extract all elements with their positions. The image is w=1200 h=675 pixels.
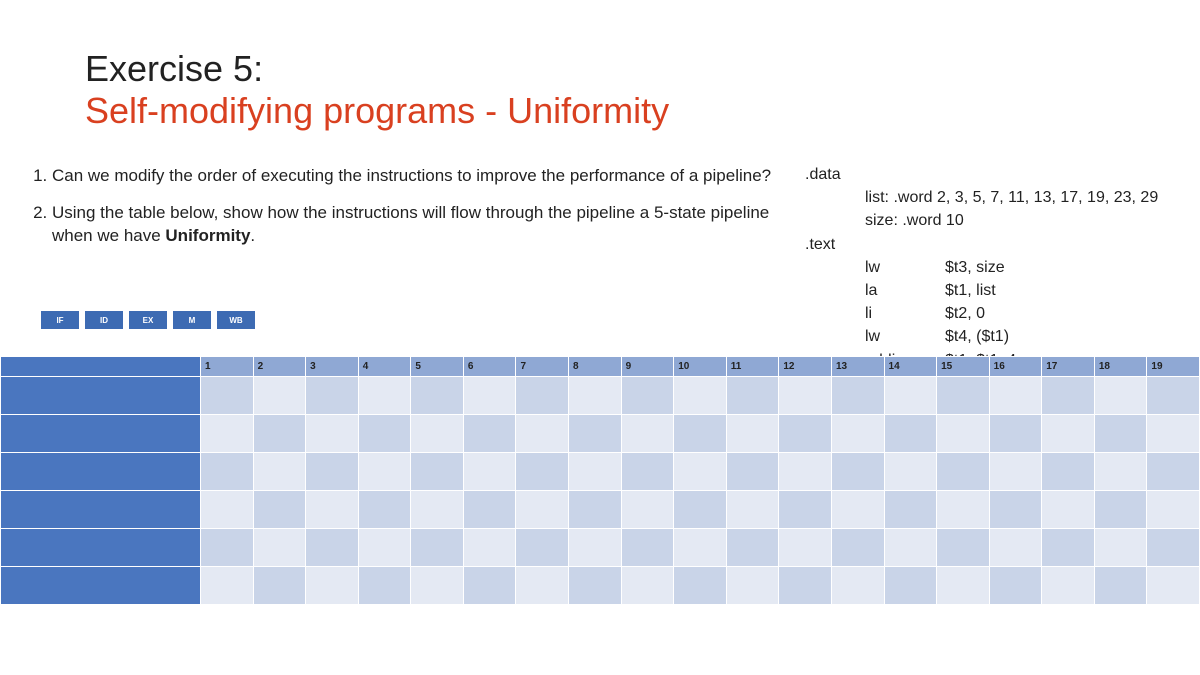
stage-id: ID: [84, 310, 124, 330]
col-header: 2: [253, 357, 306, 377]
col-header: 19: [1147, 357, 1200, 377]
assembly-code: .data list: .word 2, 3, 5, 7, 11, 13, 17…: [805, 163, 1158, 372]
col-header: 8: [569, 357, 622, 377]
row-label: [1, 529, 201, 567]
col-header: 6: [463, 357, 516, 377]
table-row: [1, 491, 1200, 529]
col-header: 16: [989, 357, 1042, 377]
instr-row: lw$t4, ($t1): [865, 325, 1158, 348]
col-header: 4: [358, 357, 411, 377]
title-line-1: Exercise 5:: [85, 48, 669, 90]
title-line-2: Self-modifying programs - Uniformity: [85, 90, 669, 132]
code-list-line: list: .word 2, 3, 5, 7, 11, 13, 17, 19, …: [865, 186, 1158, 209]
text-section-label: .text: [805, 233, 865, 256]
row-label: [1, 415, 201, 453]
col-header: 5: [411, 357, 464, 377]
data-section-label: .data: [805, 163, 865, 186]
table-row: [1, 453, 1200, 491]
row-label: [1, 377, 201, 415]
instr-row: li$t2, 0: [865, 302, 1158, 325]
col-header: 18: [1094, 357, 1147, 377]
stage-m: M: [172, 310, 212, 330]
pipeline-table: 1 2 3 4 5 6 7 8 9 10 11 12 13 14 15 16 1…: [0, 356, 1200, 605]
table-row: [1, 377, 1200, 415]
col-header: 7: [516, 357, 569, 377]
stage-ex: EX: [128, 310, 168, 330]
table-row: [1, 567, 1200, 605]
table-header-row: 1 2 3 4 5 6 7 8 9 10 11 12 13 14 15 16 1…: [1, 357, 1200, 377]
question-1: Can we modify the order of executing the…: [52, 165, 772, 188]
col-header: 13: [831, 357, 884, 377]
row-label: [1, 567, 201, 605]
col-header: 11: [726, 357, 779, 377]
header-empty: [1, 357, 201, 377]
question-2: Using the table below, show how the inst…: [52, 202, 772, 248]
slide-title: Exercise 5: Self-modifying programs - Un…: [85, 48, 669, 132]
col-header: 3: [306, 357, 359, 377]
pipeline-stage-legend: IF ID EX M WB: [40, 310, 256, 330]
row-label: [1, 491, 201, 529]
question-list: Can we modify the order of executing the…: [12, 165, 772, 262]
table-row: [1, 529, 1200, 567]
col-header: 1: [201, 357, 254, 377]
col-header: 9: [621, 357, 674, 377]
instr-row: la$t1, list: [865, 279, 1158, 302]
col-header: 10: [674, 357, 727, 377]
stage-if: IF: [40, 310, 80, 330]
stage-wb: WB: [216, 310, 256, 330]
col-header: 17: [1042, 357, 1095, 377]
code-size-line: size: .word 10: [865, 209, 1158, 232]
table-row: [1, 415, 1200, 453]
instr-row: lw$t3, size: [865, 256, 1158, 279]
col-header: 14: [884, 357, 937, 377]
col-header: 15: [937, 357, 990, 377]
col-header: 12: [779, 357, 832, 377]
row-label: [1, 453, 201, 491]
